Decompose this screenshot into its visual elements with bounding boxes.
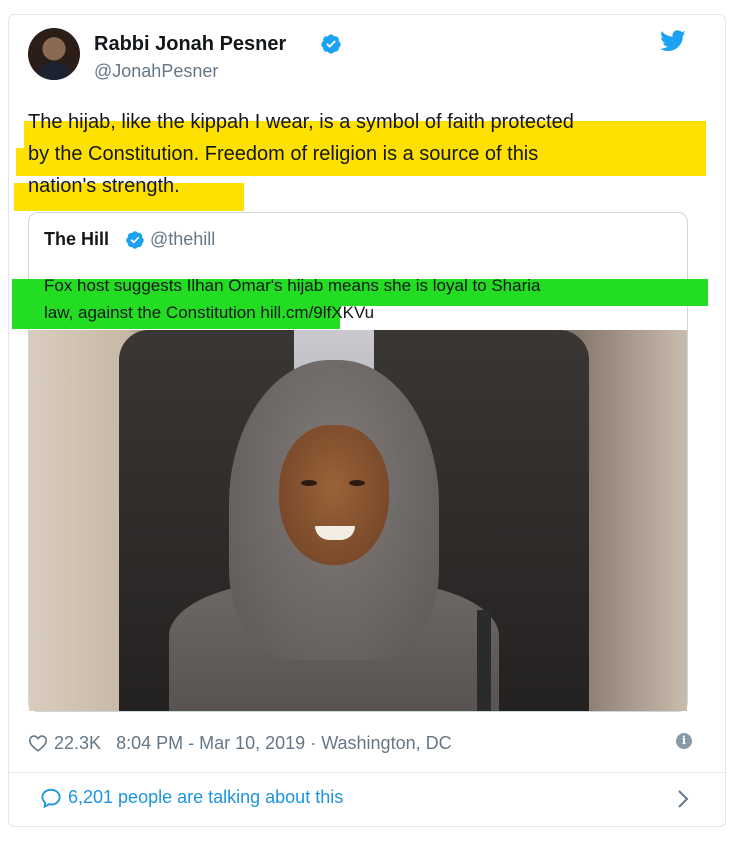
- quoted-text: Fox host suggests Ilhan Omar's hijab mea…: [44, 272, 674, 326]
- photo-face: [279, 425, 389, 565]
- twitter-bird-icon[interactable]: [660, 30, 686, 52]
- quoted-text-line-2: law, against the Constitution hill.cm/9l…: [44, 299, 674, 326]
- verified-badge-icon: [126, 231, 144, 249]
- photo-bag-strap: [477, 610, 491, 711]
- quoted-text-line-2-main: law, against the Constitution hill.: [44, 303, 286, 322]
- author-name[interactable]: Rabbi Jonah Pesner: [94, 33, 286, 56]
- tweet-location[interactable]: Washington, DC: [321, 733, 451, 754]
- like-count[interactable]: 22.3K: [54, 733, 101, 754]
- photo-eye-left: [301, 480, 317, 486]
- author-handle[interactable]: @JonahPesner: [94, 61, 218, 82]
- info-icon[interactable]: i: [676, 733, 692, 749]
- talking-link[interactable]: 6,201 people are talking about this: [40, 787, 343, 808]
- tweet-text-line-3: nation's strength.: [28, 175, 180, 197]
- speech-bubble-icon: [41, 788, 61, 808]
- tweet-text-line-2: by the Constitution. Freedom of religion…: [28, 143, 539, 165]
- quoted-author-name[interactable]: The Hill: [44, 229, 109, 250]
- footer-divider: [9, 772, 725, 773]
- tweet-meta: 22.3K 8:04 PM - Mar 10, 2019 · Washingto…: [28, 731, 452, 755]
- verified-badge-icon: [321, 34, 341, 54]
- heart-icon[interactable]: [28, 734, 48, 752]
- quoted-text-line-1: Fox host suggests Ilhan Omar's hijab mea…: [44, 276, 541, 295]
- chevron-right-icon[interactable]: [676, 789, 690, 809]
- quoted-author-handle[interactable]: @thehill: [150, 229, 215, 250]
- photo-eye-right: [349, 480, 365, 486]
- tweet-text-line-1: The hijab, like the kippah I wear, is a …: [28, 111, 574, 133]
- quoted-photo[interactable]: [29, 330, 687, 711]
- tweet-text: The hijab, like the kippah I wear, is a …: [28, 106, 688, 202]
- author-avatar[interactable]: [28, 28, 80, 80]
- talking-text[interactable]: 6,201 people are talking about this: [68, 787, 343, 808]
- tweet-time[interactable]: 8:04 PM - Mar 10, 2019: [116, 733, 305, 754]
- quoted-link[interactable]: cm/9lfXKVu: [286, 303, 374, 322]
